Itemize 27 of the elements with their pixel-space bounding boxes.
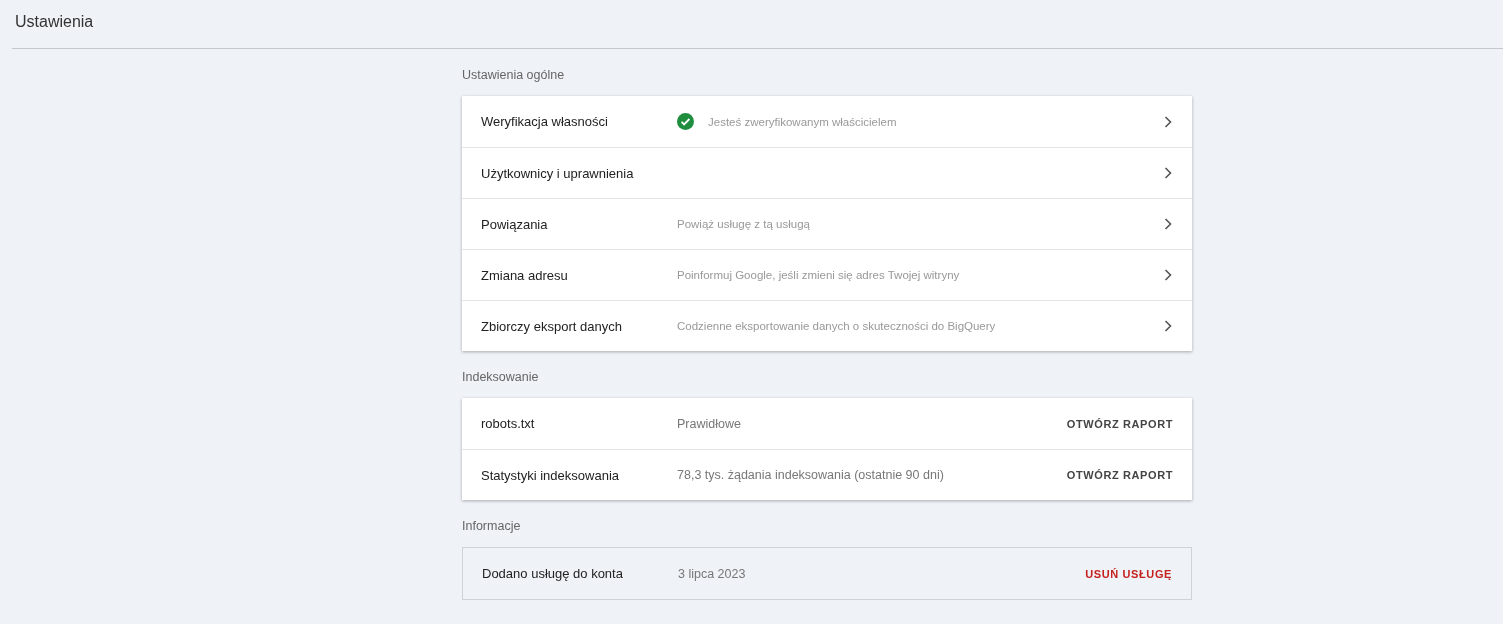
page-title: Ustawienia: [15, 13, 94, 31]
chevron-right-icon[interactable]: [1163, 319, 1173, 333]
chevron-right-icon[interactable]: [1163, 268, 1173, 282]
row-label: Zmiana adresu: [481, 267, 569, 283]
row-label: Zbiorczy eksport danych: [481, 318, 623, 334]
row-label: Użytkownicy i uprawnienia: [481, 165, 635, 181]
chevron-right-icon[interactable]: [1163, 217, 1173, 231]
row-label: Dodano usługę do konta: [482, 566, 624, 581]
row-label: Powiązania: [481, 216, 549, 232]
section-heading: Indeksowanie: [462, 368, 540, 386]
chevron-right-icon[interactable]: [1163, 166, 1173, 180]
row-description: Codzienne eksportowanie danych o skuteczności do BigQuery: [677, 320, 996, 332]
row-description: Poinformuj Google, jeśli zmieni się adres Twojej witryny: [677, 269, 960, 281]
remove-button[interactable]: USUŃ USŁUGĘ: [1085, 563, 1172, 584]
open-report-button[interactable]: OTWÓRZ RAPORT: [1066, 413, 1173, 434]
row-description: 78,3 tys. żądania indeksowania (ostatnie 90 dni): [677, 468, 944, 482]
row-label: Statystyki indeksowania: [481, 467, 620, 483]
open-report-button[interactable]: OTWÓRZ RAPORT: [1066, 465, 1173, 485]
chevron-right-icon[interactable]: [1163, 114, 1173, 129]
row-description: Prawidłowe: [677, 416, 741, 431]
row-label: robots.txt: [481, 416, 536, 431]
section-heading: Ustawienia ogólne: [462, 66, 566, 84]
row-description: 3 lipca 2023: [678, 566, 746, 581]
section-heading: Informacje: [462, 517, 522, 535]
row-description: Powiąż usługę z tą usługą: [677, 218, 810, 230]
row-description: Jesteś zweryfikowanym właścicielem: [708, 115, 897, 128]
row-label: Weryfikacja własności: [481, 114, 609, 129]
